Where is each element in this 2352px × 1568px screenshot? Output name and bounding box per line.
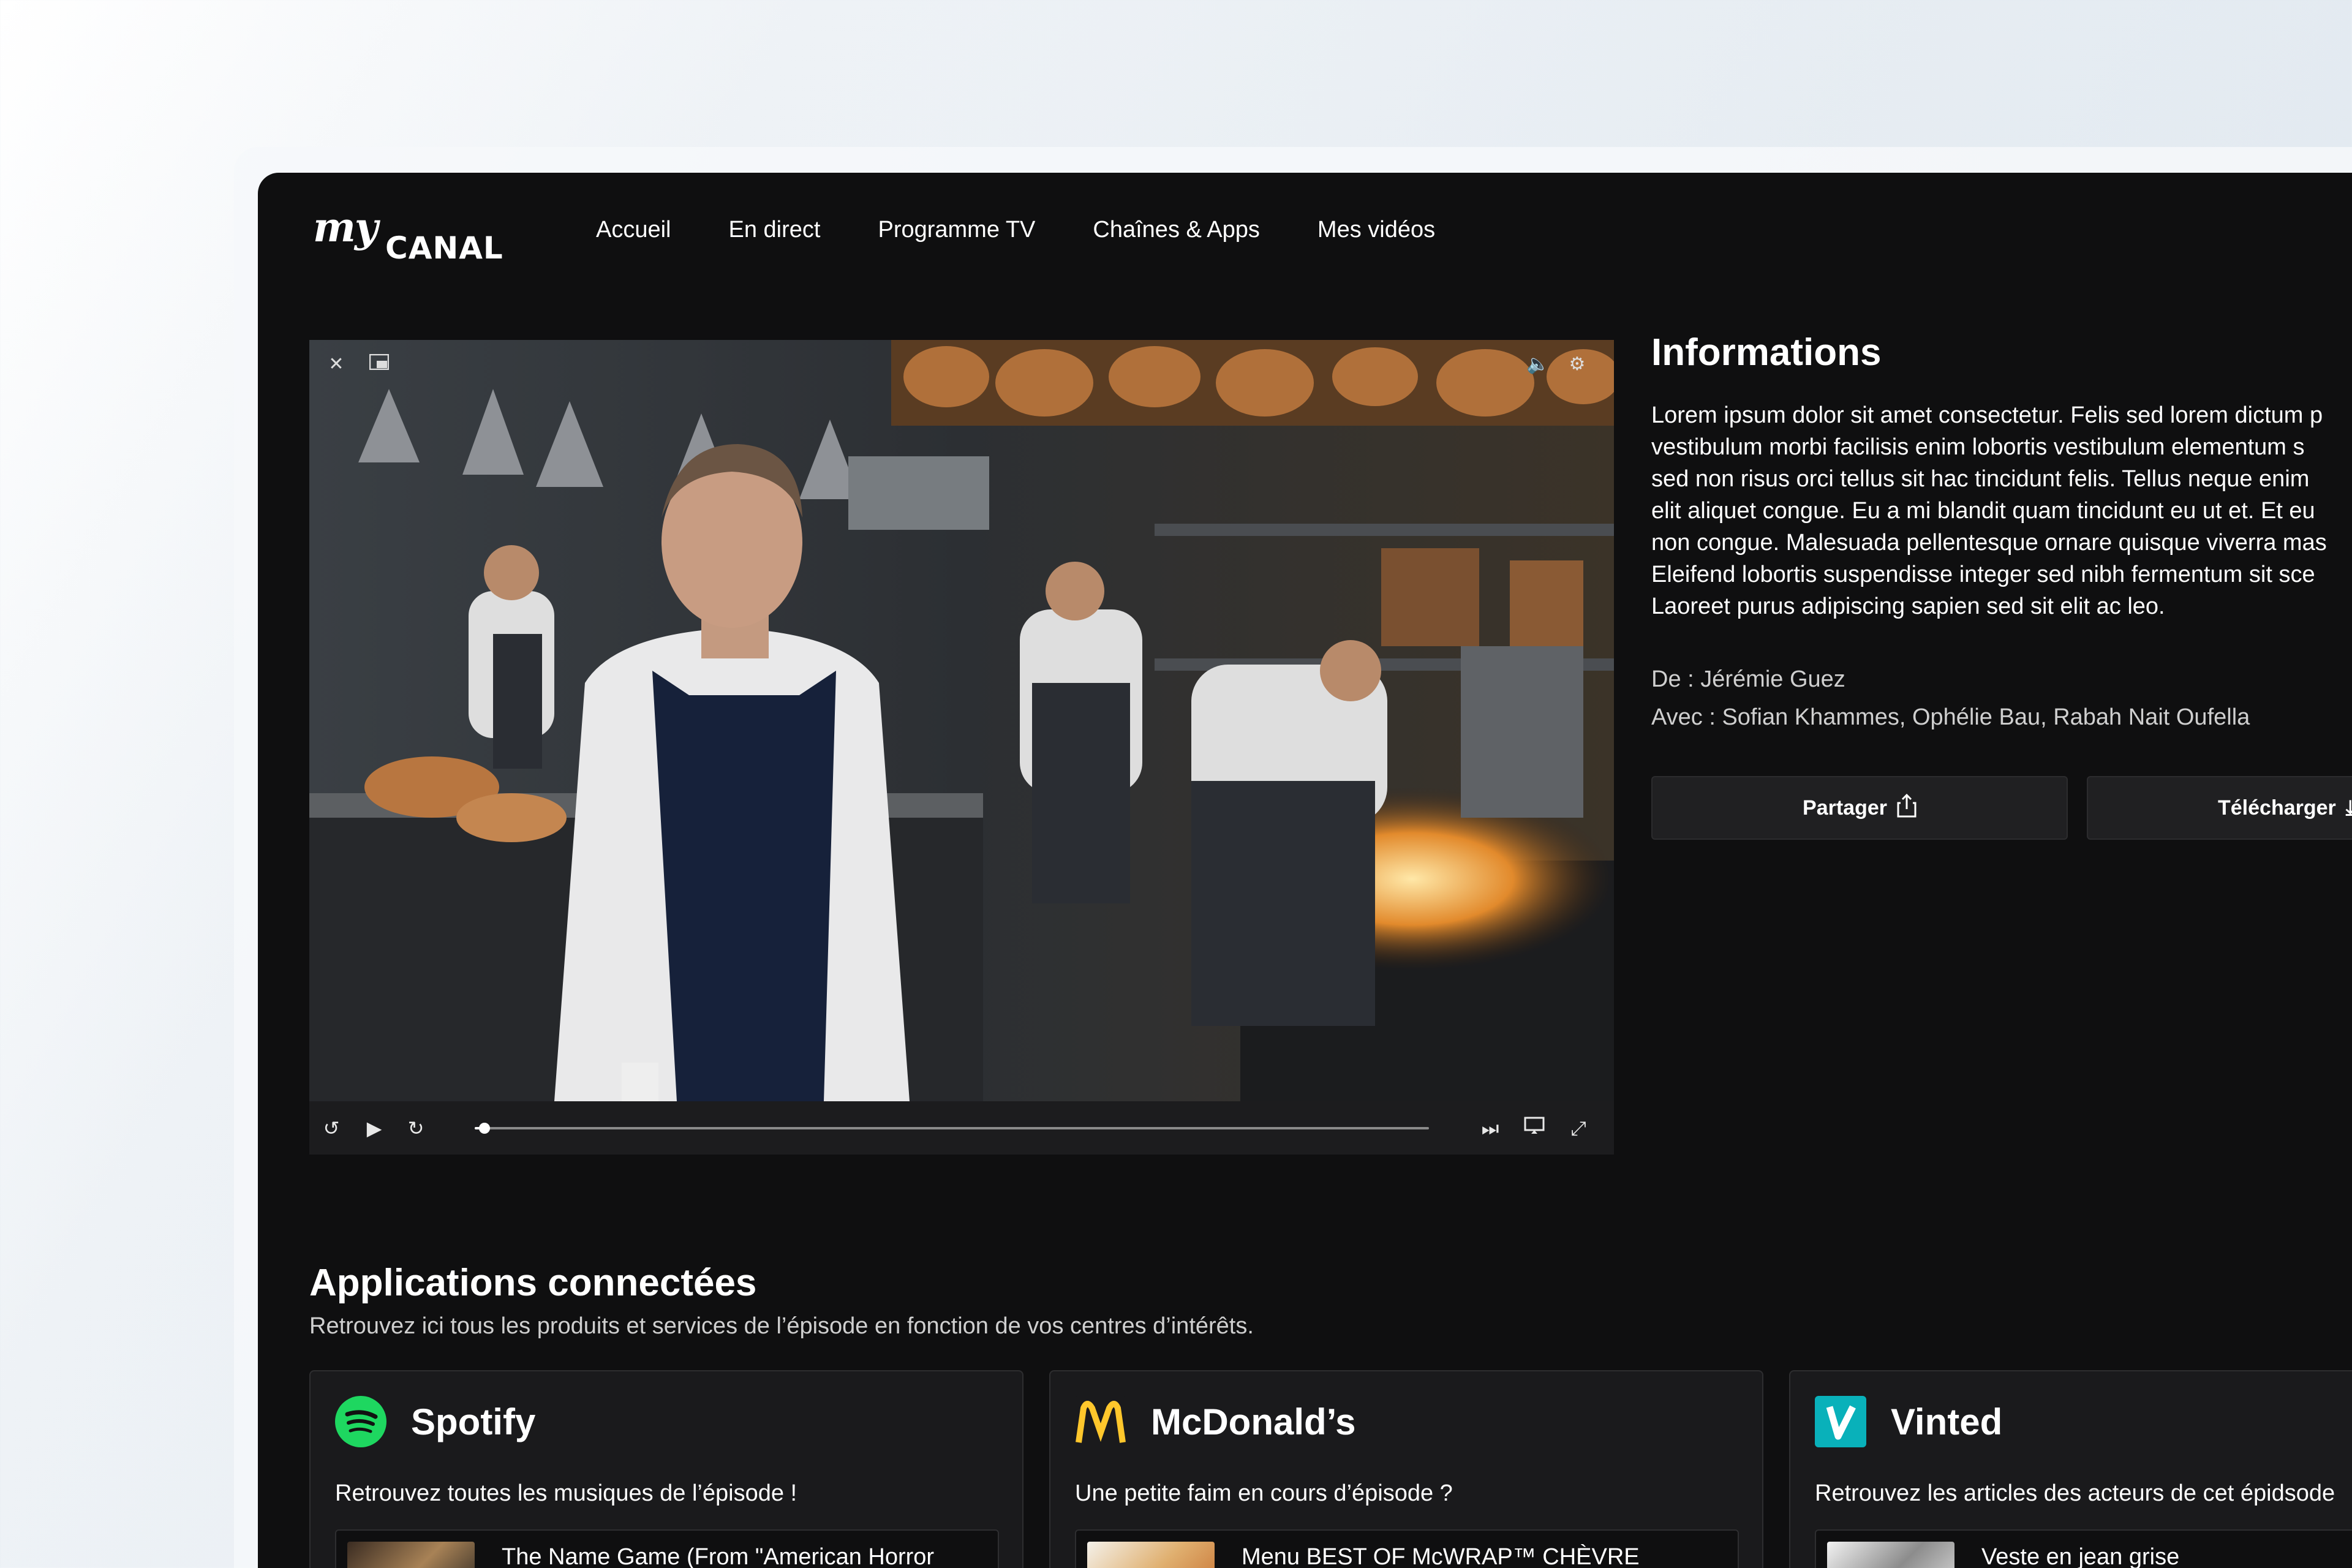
apps-title: Applications connectées [309,1262,757,1304]
description-line: Eleifend lobortis suspendisse integer se… [1651,562,2315,587]
volume-icon[interactable]: 🔈 [1526,352,1550,377]
video-player[interactable]: ✕ 🔈 ⚙ ↺ ▶ ↻ ⏭ ⤢ [309,340,1614,1155]
description-line: Lorem ipsum dolor sit amet consectetur. … [1651,402,2323,428]
app-description: Retrouvez les articles des acteurs de ce… [1815,1480,2335,1506]
app-name: Spotify [411,1401,536,1442]
main-nav: Accueil En direct Programme TV Chaînes &… [596,217,1435,243]
director-credit: De : Jérémie Guez [1651,666,1845,692]
nav-item-programme-tv[interactable]: Programme TV [878,217,1035,243]
share-button[interactable]: Partager [1651,776,2068,840]
apps-subtitle: Retrouvez ici tous les produits et servi… [309,1313,1254,1339]
description-line: sed non risus orci tellus sit hac tincid… [1651,466,2310,492]
description-line: elit aliquet congue. Eu a mi blandit qua… [1651,498,2315,524]
share-label: Partager [1803,796,1887,820]
download-label: Télécharger [2218,796,2336,820]
close-icon[interactable]: ✕ [324,352,349,377]
settings-icon[interactable]: ⚙ [1565,352,1589,377]
nav-item-mes-videos[interactable]: Mes vidéos [1317,217,1435,243]
app-description: Retrouvez toutes les musiques de l’épiso… [335,1480,797,1506]
forward-10-icon[interactable]: ↻ [402,1115,429,1142]
fullscreen-icon[interactable]: ⤢ [1565,1115,1592,1142]
app-name: Vinted [1891,1401,2003,1442]
vinted-icon [1815,1396,1866,1447]
nav-item-accueil[interactable]: Accueil [596,217,671,243]
download-icon: ⤓ [2345,796,2352,820]
logo-my: my [313,203,378,251]
cast-icon[interactable] [1521,1115,1548,1142]
app-item[interactable]: The Name Game (From "American Horror [335,1529,999,1568]
player-controls: ↺ ▶ ↻ ⏭ ⤢ [309,1101,1614,1155]
play-icon[interactable]: ▶ [361,1115,388,1142]
mcdonalds-icon [1075,1396,1126,1447]
app-name: McDonald’s [1151,1401,1356,1442]
info-title: Informations [1651,331,1882,374]
rewind-10-icon[interactable]: ↺ [318,1115,345,1142]
app-card-spotify[interactable]: Spotify Retrouvez toutes les musiques de… [309,1370,1023,1568]
description-line: Laoreet purus adipiscing sapien sed sit … [1651,594,2165,619]
next-episode-icon[interactable]: ⏭ [1477,1115,1504,1142]
mycanal-app: my CANAL Accueil En direct Programme TV … [258,173,2352,1568]
cast-credit: Avec : Sofian Khammes, Ophélie Bau, Raba… [1651,704,2250,730]
download-button[interactable]: Télécharger ⤓ [2087,776,2352,840]
item-thumbnail [1827,1542,1954,1568]
item-title: Menu BEST OF McWRAP™ CHÈVRE [1242,1544,1640,1568]
description-line: vestibulum morbi facilisis enim lobortis… [1651,434,2305,460]
nav-item-en-direct[interactable]: En direct [729,217,821,243]
item-thumbnail [347,1542,475,1568]
video-frame [309,340,1614,1101]
info-description: Lorem ipsum dolor sit amet consectetur. … [1651,399,2352,622]
progress-handle[interactable] [478,1123,490,1134]
mycanal-logo[interactable]: my CANAL [313,203,509,271]
logo-canal: CANAL [385,230,503,266]
nav-item-chaines-apps[interactable]: Chaînes & Apps [1093,217,1260,243]
share-icon [1897,793,1917,823]
spotify-icon [335,1396,386,1447]
item-thumbnail [1087,1542,1215,1568]
description-line: non congue. Malesuada pellentesque ornar… [1651,530,2327,556]
app-item[interactable]: Menu BEST OF McWRAP™ CHÈVRE [1075,1529,1739,1568]
app-card-vinted[interactable]: Vinted Retrouvez les articles des acteur… [1789,1370,2352,1568]
item-title: Veste en jean grise [1981,1544,2180,1568]
app-description: Une petite faim en cours d’épisode ? [1075,1480,1453,1506]
picture-in-picture-icon[interactable] [367,352,391,377]
app-card-mcdonalds[interactable]: McDonald’s Une petite faim en cours d’ép… [1049,1370,1763,1568]
progress-bar[interactable] [475,1123,1429,1134]
item-title: The Name Game (From "American Horror [502,1544,935,1568]
app-item[interactable]: Veste en jean grise [1815,1529,2352,1568]
